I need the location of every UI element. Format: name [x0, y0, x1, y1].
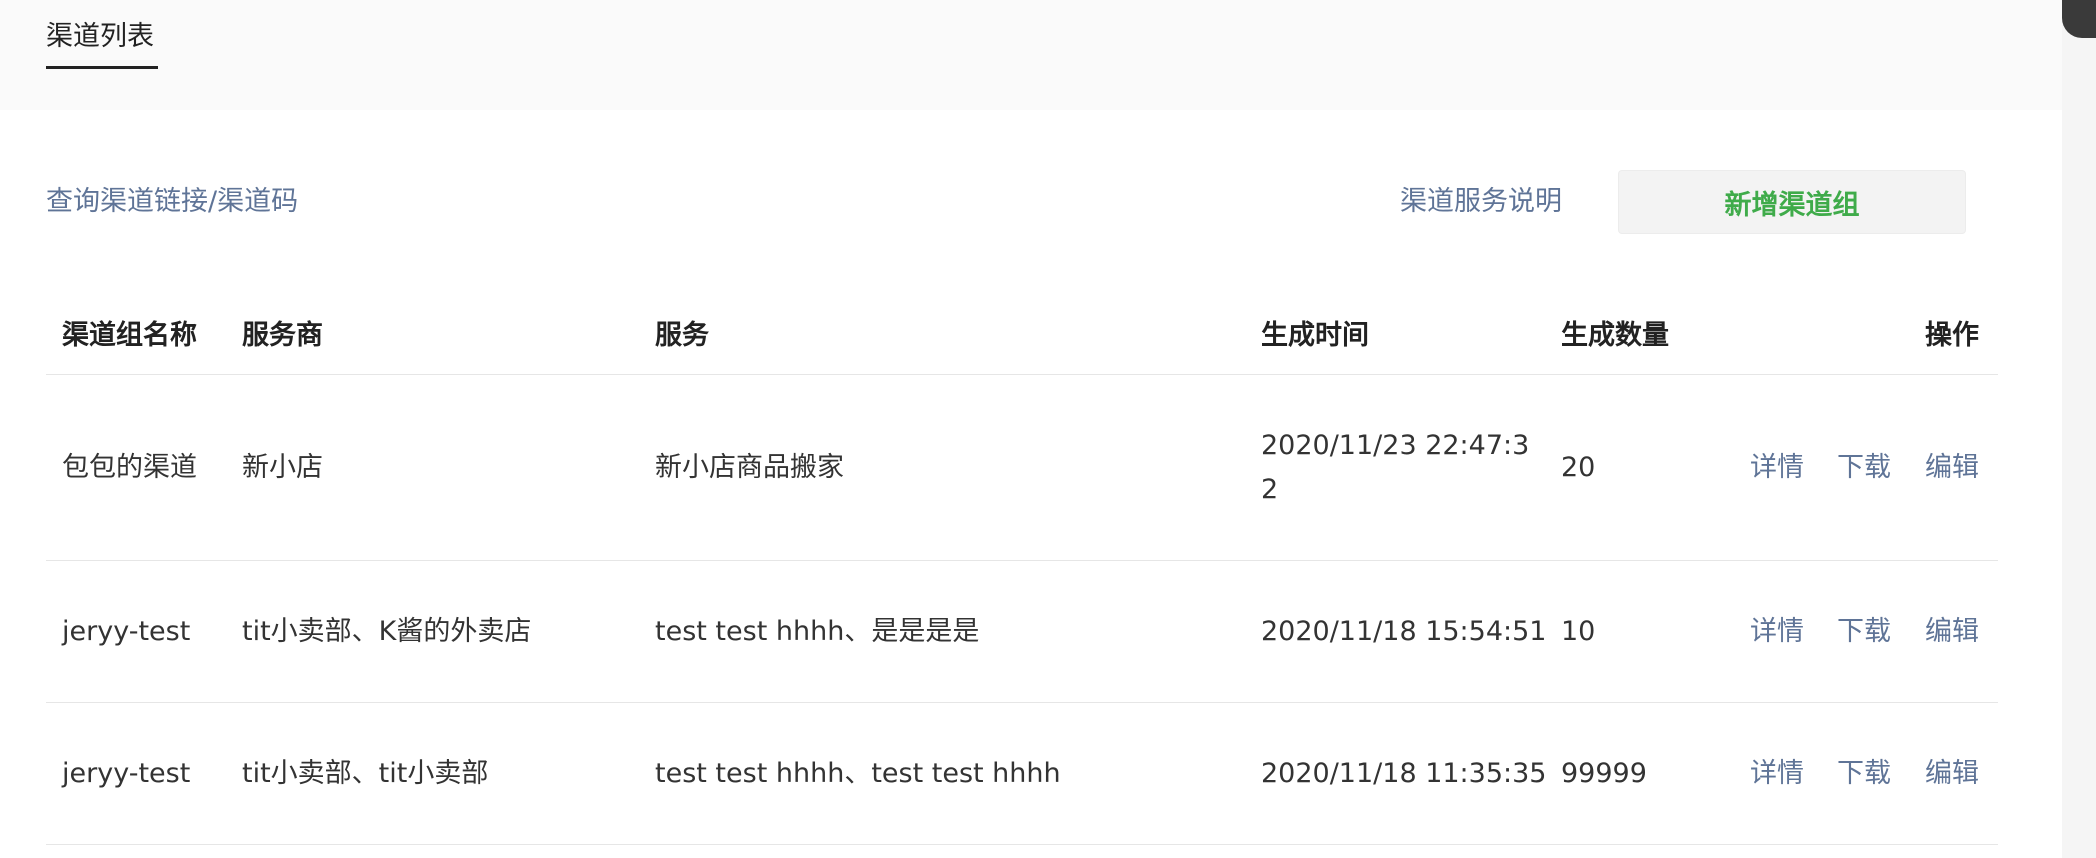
tab-channel-list[interactable]: 渠道列表: [46, 18, 154, 56]
cell-provider: tit小卖部、tit小卖部: [242, 757, 489, 789]
detail-link[interactable]: 详情: [1750, 754, 1804, 794]
cell-name: jeryy-test: [62, 757, 191, 789]
column-header-service: 服务: [655, 320, 709, 351]
table-row: jeryy-test tit小卖部、K酱的外卖店 test test hhhh、…: [46, 561, 1998, 703]
table-header: 渠道组名称 服务商 服务 生成时间 生成数量 操作: [46, 296, 1998, 375]
cell-time: 2020/11/18 11:35:35: [1261, 757, 1547, 789]
add-channel-group-button[interactable]: 新增渠道组: [1618, 170, 1966, 234]
cell-provider: 新小店: [242, 451, 323, 483]
edit-link[interactable]: 编辑: [1925, 612, 1979, 652]
cell-count: 99999: [1561, 757, 1647, 789]
column-header-actions: 操作: [1925, 320, 1979, 351]
table-row: 包包的渠道 新小店 新小店商品搬家 2020/11/23 22:47:32 20…: [46, 375, 1998, 561]
edit-link[interactable]: 编辑: [1925, 754, 1979, 794]
column-header-count: 生成数量: [1561, 320, 1669, 351]
cell-count: 20: [1561, 451, 1596, 483]
scrollbar-thumb[interactable]: [2062, 0, 2096, 38]
tab-bar: 渠道列表: [0, 0, 2062, 110]
download-link[interactable]: 下载: [1837, 754, 1891, 794]
cell-provider: tit小卖部、K酱的外卖店: [242, 615, 532, 647]
scrollbar-track[interactable]: [2062, 0, 2096, 858]
table-row: jeryy-test tit小卖部、tit小卖部 test test hhhh、…: [46, 703, 1998, 845]
download-link[interactable]: 下载: [1837, 448, 1891, 488]
column-header-provider: 服务商: [242, 320, 323, 351]
edit-link[interactable]: 编辑: [1925, 448, 1979, 488]
channel-group-table: 渠道组名称 服务商 服务 生成时间 生成数量 操作 包包的渠道 新小店 新小店商…: [46, 296, 1998, 845]
cell-name: 包包的渠道: [62, 451, 197, 483]
channel-service-info-link[interactable]: 渠道服务说明: [1400, 182, 1562, 222]
cell-service: test test hhhh、test test hhhh: [655, 757, 1061, 789]
cell-name: jeryy-test: [62, 615, 191, 647]
download-link[interactable]: 下载: [1837, 612, 1891, 652]
cell-count: 10: [1561, 615, 1596, 647]
detail-link[interactable]: 详情: [1750, 448, 1804, 488]
cell-time: 2020/11/18 15:54:51: [1261, 615, 1547, 647]
query-channel-link[interactable]: 查询渠道链接/渠道码: [46, 182, 298, 222]
column-header-time: 生成时间: [1261, 320, 1369, 351]
active-tab-indicator: [46, 66, 158, 69]
cell-service: test test hhhh、是是是是: [655, 615, 980, 647]
cell-time: 2020/11/23 22:47:32: [1261, 429, 1530, 505]
column-header-name: 渠道组名称: [62, 320, 197, 351]
cell-service: 新小店商品搬家: [655, 451, 844, 483]
detail-link[interactable]: 详情: [1750, 612, 1804, 652]
